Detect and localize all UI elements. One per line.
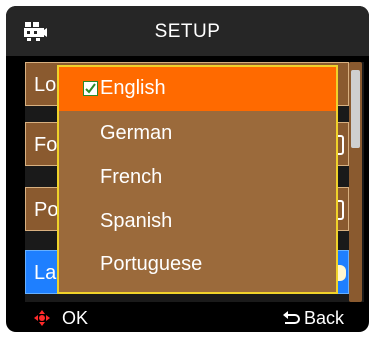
option-label: German	[100, 122, 173, 144]
menu-item-label: La	[34, 262, 57, 284]
checkbox-checked-icon	[83, 81, 98, 96]
option-english[interactable]: English	[59, 67, 336, 111]
option-label: Spanish	[100, 210, 173, 232]
ok-hint-label: OK	[62, 308, 89, 328]
menu-item-label: Lo	[34, 74, 57, 96]
scrollbar[interactable]	[349, 62, 362, 302]
menu-item-label: Fo	[34, 134, 58, 156]
option-label: English	[100, 77, 166, 99]
option-german[interactable]: German	[59, 112, 336, 156]
menu-item-label: Po	[34, 199, 59, 221]
footer-bar: OK Back	[6, 304, 369, 332]
option-label: Portuguese	[100, 253, 203, 275]
option-spanish[interactable]: Spanish	[59, 200, 336, 244]
scrollbar-thumb[interactable]	[351, 70, 360, 148]
dpad-icon	[33, 309, 51, 327]
header-bar: SETUP	[6, 6, 369, 56]
option-portuguese[interactable]: Portuguese	[59, 243, 336, 287]
device-screen: SETUP Lo Fo Po La English German French …	[6, 6, 369, 332]
page-title: SETUP	[154, 21, 221, 42]
language-dropdown: English German French Spanish Portuguese	[57, 65, 338, 294]
back-hint-label: Back	[304, 308, 345, 328]
option-label: French	[100, 166, 163, 188]
option-french[interactable]: French	[59, 156, 336, 200]
return-arrow-icon	[282, 310, 300, 326]
